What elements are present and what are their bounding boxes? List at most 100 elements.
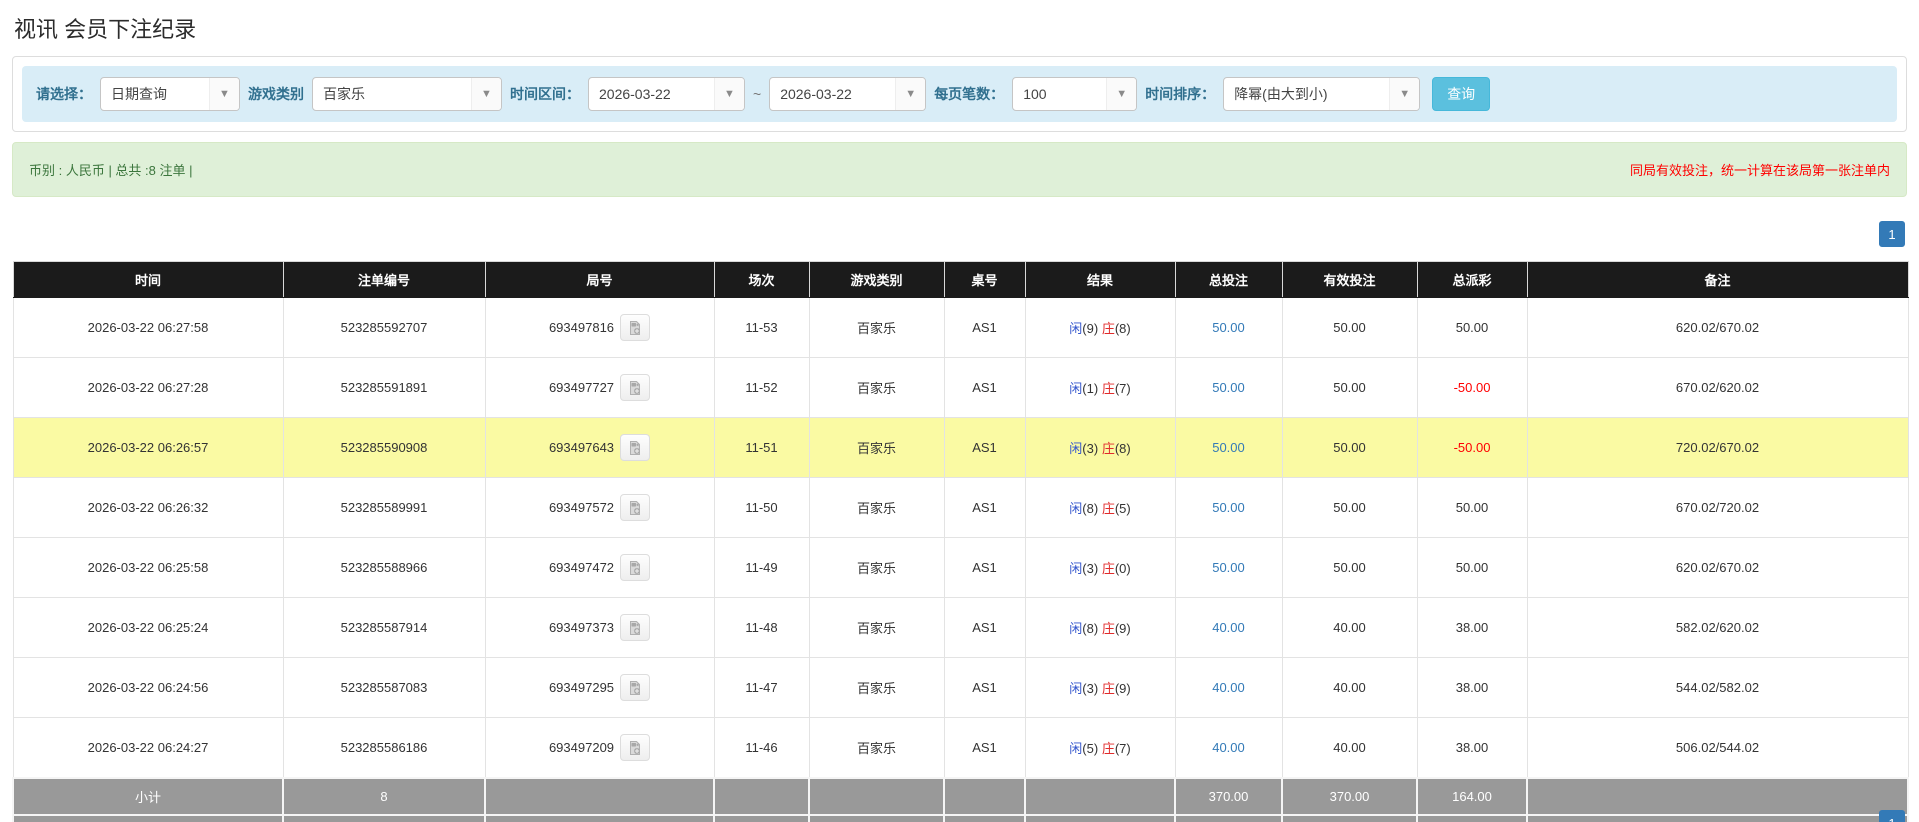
result-player-score: (8) [1082, 621, 1098, 636]
cell-bet-id: 523285591891 [283, 358, 485, 418]
total-row-cell-1: 8 [283, 815, 485, 822]
cell-bet-id: 523285592707 [283, 298, 485, 358]
subtotal-row-cell-3 [714, 778, 809, 815]
total-bet-link[interactable]: 50.00 [1212, 320, 1245, 335]
cell-time: 2026-03-22 06:24:27 [13, 718, 283, 779]
cell-result: 闲(3) 庄(9) [1025, 658, 1175, 718]
column-header: 总投注 [1175, 262, 1282, 298]
total-bet-link[interactable]: 50.00 [1212, 440, 1245, 455]
cell-remark: 620.02/670.02 [1527, 538, 1908, 598]
time-sort-select[interactable]: 降幂(由大到小) ▼ [1223, 77, 1420, 111]
total-bet-link[interactable]: 50.00 [1212, 380, 1245, 395]
search-button[interactable]: 查询 [1432, 77, 1490, 111]
video-replay-button[interactable] [620, 494, 650, 521]
cell-payout: 38.00 [1417, 658, 1527, 718]
table-header: 时间注单编号局号场次游戏类别桌号结果总投注有效投注总派彩备注 [13, 262, 1908, 298]
video-replay-button[interactable] [620, 434, 650, 461]
result-player-label: 闲 [1069, 561, 1082, 576]
result-player-score: (1) [1082, 381, 1098, 396]
cell-game-category: 百家乐 [809, 658, 944, 718]
subtotal-row-cell-0: 小计 [13, 778, 283, 815]
cell-bet-id: 523285586186 [283, 718, 485, 779]
video-replay-button[interactable] [620, 614, 650, 641]
cell-valid-bet: 50.00 [1282, 298, 1417, 358]
cell-time: 2026-03-22 06:27:58 [13, 298, 283, 358]
table-row: 2026-03-22 06:26:32523285589991693497572… [13, 478, 1908, 538]
table-row: 2026-03-22 06:25:24523285587914693497373… [13, 598, 1908, 658]
subtotal-row-cell-10 [1527, 778, 1908, 815]
cell-round-id: 693497572 [485, 478, 714, 538]
column-header: 场次 [714, 262, 809, 298]
video-replay-icon [627, 740, 643, 756]
column-header: 备注 [1527, 262, 1908, 298]
cell-result: 闲(5) 庄(7) [1025, 718, 1175, 779]
cell-total-bet: 50.00 [1175, 538, 1282, 598]
filter-bar: 请选择： 日期查询 ▼ 游戏类别 百家乐 ▼ 时间区间： 2026-03-22 … [22, 66, 1897, 122]
cell-table-number: AS1 [944, 658, 1025, 718]
page-size-select[interactable]: 100 ▼ [1012, 77, 1137, 111]
cell-total-bet: 40.00 [1175, 598, 1282, 658]
round-id-text: 693497816 [549, 320, 614, 335]
table-row: 2026-03-22 06:27:58523285592707 693497816… [13, 298, 1908, 358]
subtotal-row-cell-2 [485, 778, 714, 815]
cell-result: 闲(8) 庄(9) [1025, 598, 1175, 658]
page-1-button[interactable]: 1 [1879, 221, 1905, 247]
cell-result: 闲(3) 庄(8) [1025, 418, 1175, 478]
date-from-select[interactable]: 2026-03-22 ▼ [588, 77, 745, 111]
cell-result: 闲(8) 庄(5) [1025, 478, 1175, 538]
video-replay-icon [627, 500, 643, 516]
cell-remark: 670.02/720.02 [1527, 478, 1908, 538]
subtotal-row-cell-7: 370.00 [1175, 778, 1282, 815]
total-bet-link[interactable]: 40.00 [1212, 680, 1245, 695]
video-replay-button[interactable] [620, 734, 650, 761]
total-bet-link[interactable]: 50.00 [1212, 560, 1245, 575]
cell-payout: 50.00 [1417, 298, 1527, 358]
cell-session: 11-46 [714, 718, 809, 779]
result-banker-score: (0) [1115, 561, 1131, 576]
round-id-group: 693497472 [549, 554, 650, 581]
date-to-select[interactable]: 2026-03-22 ▼ [769, 77, 926, 111]
cell-time: 2026-03-22 06:26:32 [13, 478, 283, 538]
video-replay-button[interactable] [620, 554, 650, 581]
result-player-score: (5) [1082, 741, 1098, 756]
video-replay-button[interactable] [620, 314, 650, 341]
result-banker-score: (8) [1115, 321, 1131, 336]
cell-time: 2026-03-22 06:25:24 [13, 598, 283, 658]
page-size-label: 每页笔数： [934, 84, 1004, 104]
round-id-group: 693497816 [549, 314, 650, 341]
game-category-select[interactable]: 百家乐 ▼ [312, 77, 502, 111]
column-header: 结果 [1025, 262, 1175, 298]
total-bet-link[interactable]: 40.00 [1212, 740, 1245, 755]
valid-bet-note-text: 同局有效投注，统一计算在该局第一张注单内 [1630, 160, 1890, 179]
cell-bet-id: 523285587083 [283, 658, 485, 718]
round-id-group: 693497373 [549, 614, 650, 641]
cell-session: 11-50 [714, 478, 809, 538]
result-banker-label: 庄 [1102, 501, 1115, 516]
column-header: 总派彩 [1417, 262, 1527, 298]
page-1-button-bottom[interactable]: 1 [1879, 810, 1905, 822]
pagination-bottom: 1 [1879, 810, 1905, 822]
video-replay-button[interactable] [620, 374, 650, 401]
cell-remark: 544.02/582.02 [1527, 658, 1908, 718]
video-replay-icon [627, 680, 643, 696]
cell-time: 2026-03-22 06:26:57 [13, 418, 283, 478]
total-bet-link[interactable]: 50.00 [1212, 500, 1245, 515]
cell-session: 11-49 [714, 538, 809, 598]
cell-session: 11-48 [714, 598, 809, 658]
bet-records-table: 时间注单编号局号场次游戏类别桌号结果总投注有效投注总派彩备注 2026-03-2… [12, 261, 1909, 822]
video-replay-button[interactable] [620, 674, 650, 701]
subtotal-row-cell-4 [809, 778, 944, 815]
cell-total-bet: 40.00 [1175, 658, 1282, 718]
chevron-down-icon: ▼ [471, 78, 501, 110]
table-footer: 小计8370.00370.00164.00总计8370.00370.00164.… [13, 778, 1908, 822]
result-player-label: 闲 [1069, 381, 1082, 396]
result-player-label: 闲 [1069, 621, 1082, 636]
result-player-score: (9) [1082, 321, 1098, 336]
cell-result: 闲(3) 庄(0) [1025, 538, 1175, 598]
cell-remark: 620.02/670.02 [1527, 298, 1908, 358]
chevron-down-icon: ▼ [895, 78, 925, 110]
query-type-select[interactable]: 日期查询 ▼ [100, 77, 240, 111]
table-row: 2026-03-22 06:27:28523285591891693497727… [13, 358, 1908, 418]
cell-round-id: 693497295 [485, 658, 714, 718]
total-bet-link[interactable]: 40.00 [1212, 620, 1245, 635]
